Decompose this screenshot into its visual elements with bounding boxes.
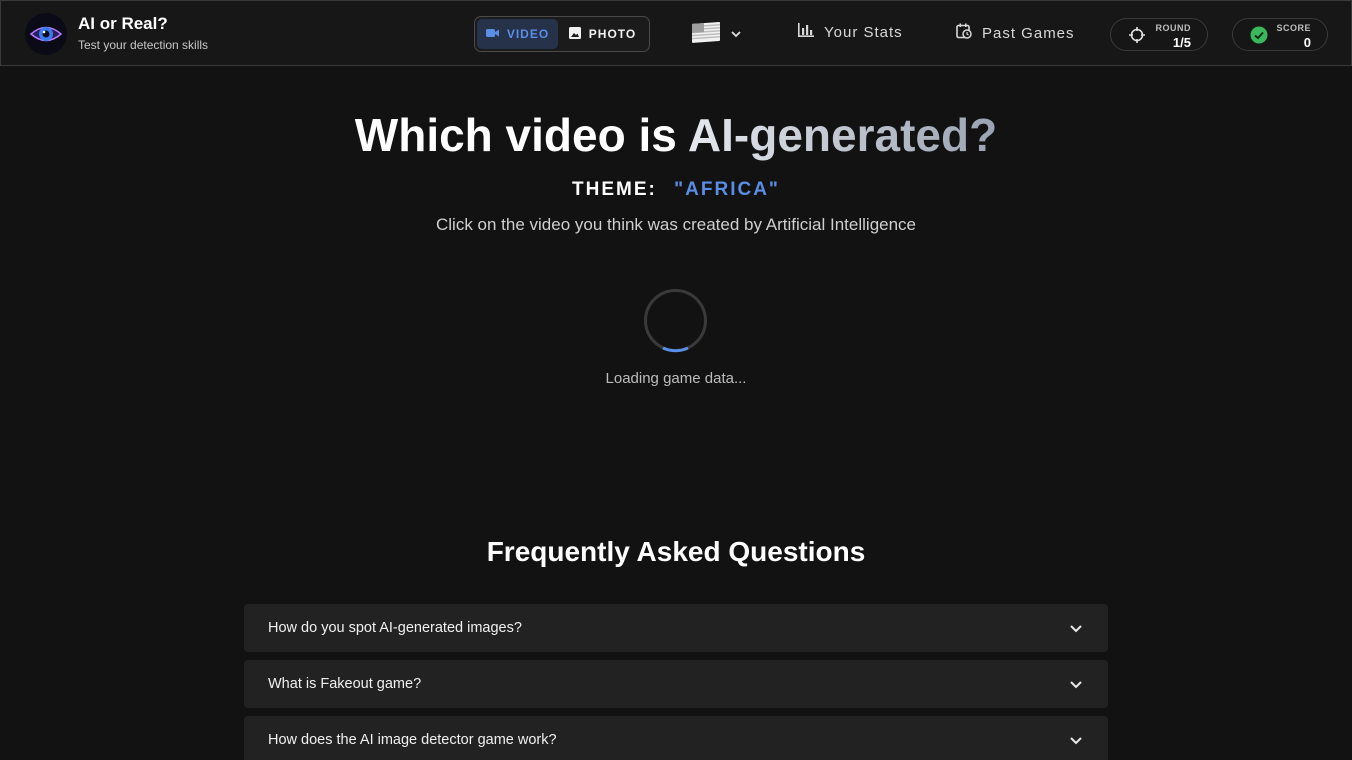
top-header: AI or Real? Test your detection skills V… [0, 0, 1352, 66]
chevron-down-icon [1068, 676, 1084, 692]
faq-question: How do you spot AI-generated images? [268, 620, 522, 636]
faq-item[interactable]: How does the AI image detector game work… [244, 716, 1108, 760]
app-subtitle: Test your detection skills [78, 38, 209, 52]
page-title-part2: AI-generated? [687, 109, 998, 161]
past-games-link[interactable]: Past Games [956, 23, 1075, 43]
crosshair-icon [1128, 26, 1146, 44]
past-games-label: Past Games [982, 24, 1075, 42]
theme-value: "AFRICA" [674, 179, 780, 200]
check-circle-icon [1250, 26, 1268, 44]
theme-line: THEME: "AFRICA" [0, 179, 1352, 201]
bar-chart-icon [798, 23, 814, 41]
photo-mode-label: PHOTO [588, 27, 637, 41]
loading-spinner [643, 288, 708, 353]
your-stats-label: Your Stats [824, 23, 903, 41]
image-icon [568, 26, 581, 42]
chevron-down-icon [731, 25, 741, 43]
faq-question: How does the AI image detector game work… [268, 732, 557, 748]
score-label: SCORE [1276, 23, 1311, 33]
theme-label: THEME: [572, 179, 657, 200]
video-mode-button[interactable]: VIDEO [477, 19, 559, 49]
chevron-down-icon [1068, 620, 1084, 636]
instruction-text: Click on the video you think was created… [435, 215, 917, 234]
language-selector[interactable] [691, 21, 741, 47]
faq-item[interactable]: What is Fakeout game? [244, 660, 1108, 708]
app-title: AI or Real? [78, 14, 168, 33]
video-mode-label: VIDEO [506, 27, 550, 41]
your-stats-link[interactable]: Your Stats [798, 23, 903, 41]
photo-mode-button[interactable]: PHOTO [558, 19, 647, 49]
page-title-part1: Which video is [354, 109, 688, 161]
faq-item[interactable]: How do you spot AI-generated images? [244, 604, 1108, 652]
faq-title: Frequently Asked Questions [486, 536, 866, 567]
video-camera-icon [485, 27, 499, 41]
round-value: 1/5 [1172, 35, 1191, 50]
round-indicator: ROUND 1/5 [1110, 18, 1208, 51]
eye-logo-icon[interactable] [25, 13, 67, 55]
chevron-down-icon [1068, 732, 1084, 748]
score-value: 0 [1303, 35, 1311, 50]
us-flag-icon [691, 20, 721, 49]
round-label: ROUND [1155, 23, 1191, 33]
faq-question: What is Fakeout game? [268, 676, 422, 692]
score-indicator: SCORE 0 [1232, 18, 1328, 51]
calendar-clock-icon [956, 23, 972, 43]
media-mode-toggle: VIDEO PHOTO [474, 16, 650, 52]
page-title: Which video is AI-generated? [0, 108, 1352, 162]
loading-text: Loading game data... [605, 370, 747, 387]
